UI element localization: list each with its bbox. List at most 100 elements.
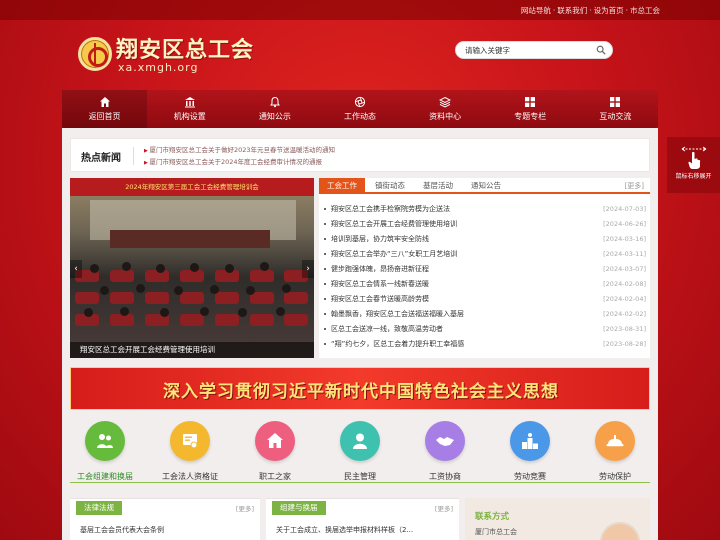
divider <box>133 147 134 165</box>
slogan-text: 深入学习贯彻习近平新时代中国特色社会主义思想 <box>163 382 559 402</box>
site-title[interactable]: 翔安区总工会 <box>116 32 254 64</box>
nav-item-label: 返回首页 <box>88 112 121 121</box>
service-label: 民主管理 <box>344 472 376 481</box>
photo-banner-text: 2024年翔安区第三届工会工会经费管理培训会 <box>70 178 314 196</box>
tab-town-news[interactable]: 镇街动态 <box>367 178 413 194</box>
hot-news-item[interactable]: 厦门市翔安区总工会关于做好2023年元旦春节送温暖活动的通知 <box>144 145 444 157</box>
nav-item-interaction[interactable]: 互动交流 <box>573 90 658 128</box>
news-photo-carousel[interactable]: 2024年翔安区第三届工会工会经费管理培训会 ‹ › 翔安区总工会开展工会经费管… <box>70 178 314 358</box>
grid-icon <box>525 97 536 107</box>
list-item[interactable]: 翔安区总工会举办“三八”女职工月艺培训 [2024-03-11] <box>319 247 650 262</box>
bell-icon <box>269 96 280 108</box>
grid-icon <box>610 97 621 107</box>
top-link-homepage[interactable]: 设为首页 <box>594 6 624 15</box>
seat-row <box>70 270 314 284</box>
nav-item-organization[interactable]: 机构设置 <box>147 90 232 128</box>
nav-item-label: 通知公示 <box>258 112 291 121</box>
news-tabs-box: 工会工作 镇街动态 基层活动 通知公告 [更多] 翔安区总工会携手检察院劳模为企… <box>319 178 650 358</box>
expand-tip-label: 鼠标右移展开 <box>675 173 712 180</box>
list-item[interactable]: 翔安区总工会春节送暖高龄劳模 [2024-02-04] <box>319 292 650 307</box>
contact-line: 厦门市总工会 <box>475 528 517 536</box>
list-item[interactable]: 翔安区总工会开展工会经费管理使用培训 [2024-06-26] <box>319 217 650 232</box>
contact-title: 联系方式 <box>475 512 510 522</box>
photo-stage <box>110 230 270 248</box>
list-item[interactable]: 培训到基层，协力筑牢安全防线 [2024-03-16] <box>319 232 650 247</box>
news-tabs: 工会工作 镇街动态 基层活动 通知公告 [更多] <box>319 178 650 194</box>
aperture-icon <box>354 96 366 108</box>
slogan-banner[interactable]: 深入学习贯彻习近平新时代中国特色社会主义思想 <box>70 367 650 410</box>
nav-item-resources[interactable]: 资料中心 <box>403 90 488 128</box>
nav-item-label: 机构设置 <box>173 112 206 121</box>
service-union-formation[interactable]: 工会组建和换届 <box>65 418 145 488</box>
seat-row <box>70 314 314 328</box>
nav-item-home[interactable]: 返回首页 <box>62 90 148 128</box>
layers-icon <box>439 96 452 108</box>
search-placeholder: 请输入关键字 <box>465 46 510 55</box>
service-wage-negotiation[interactable]: 工资协商 <box>405 418 485 488</box>
nav-item-label: 资料中心 <box>429 112 462 121</box>
hot-news-ticker: 厦门市翔安区总工会关于做好2023年元旦春节送温暖活动的通知 厦门市翔安区总工会… <box>144 145 444 167</box>
handshake-icon <box>425 421 465 461</box>
building-icon <box>184 97 195 108</box>
nav-item-work-news[interactable]: 工作动态 <box>317 90 402 128</box>
photo-caption[interactable]: 翔安区总工会开展工会经费管理使用培训 <box>70 342 314 358</box>
service-workers-home[interactable]: 职工之家 <box>235 418 315 488</box>
expand-sidebar-tip[interactable]: 鼠标右移展开 <box>667 137 720 193</box>
top-link-contact[interactable]: 联系我们 <box>557 6 587 15</box>
nav-item-label: 互动交流 <box>599 112 632 121</box>
top-link-city-union[interactable]: 市总工会 <box>630 6 660 15</box>
list-item[interactable]: 翔安区总工会携手检察院劳模为企送法 [2024-07-03] <box>319 202 650 217</box>
service-labor-protection[interactable]: 劳动保护 <box>575 418 655 488</box>
podium-icon <box>510 421 550 461</box>
search-input[interactable]: 请输入关键字 <box>455 41 613 59</box>
tab-grassroots[interactable]: 基层活动 <box>415 178 461 194</box>
tab-announcements[interactable]: 通知公告 <box>463 178 509 194</box>
service-label: 职工之家 <box>259 472 291 481</box>
org-more-link[interactable]: [更多] <box>435 503 453 513</box>
service-label: 工资协商 <box>429 472 461 481</box>
list-item[interactable]: 翔安区总工会情系一线新春送暖 [2024-02-08] <box>319 277 650 292</box>
list-item[interactable]: “翔”约七夕，区总工会着力提升职工幸福感 [2023-08-28] <box>319 337 650 352</box>
carousel-next-button[interactable]: › <box>302 260 314 278</box>
hot-news-bar: 热点新闻 厦门市翔安区总工会关于做好2023年元旦春节送温暖活动的通知 厦门市翔… <box>70 138 650 172</box>
news-more-link[interactable]: [更多] <box>625 181 644 191</box>
service-label: 劳动竞赛 <box>514 472 546 481</box>
certificate-icon <box>170 421 210 461</box>
main-nav: 返回首页 机构设置 通知公示 工作动态 资料中心 专题专栏 互动交流 <box>62 90 658 128</box>
list-item[interactable]: 基层工会会员代表大会条例 <box>80 525 164 535</box>
union-logo[interactable] <box>78 37 112 71</box>
search-icon[interactable] <box>596 45 606 55</box>
service-label: 工会组建和换届 <box>77 472 133 481</box>
list-item[interactable]: 翰墨飘香，翔安区总工会送福送福暖入基层 [2024-02-02] <box>319 307 650 322</box>
contact-box: 联系方式 厦门市总工会 <box>465 498 650 540</box>
news-list: 翔安区总工会携手检察院劳模为企送法 [2024-07-03] 翔安区总工会开展工会… <box>319 202 650 352</box>
service-label: 工会法人资格证 <box>162 472 218 481</box>
hot-news-item[interactable]: 厦门市翔安区总工会关于2024年度工会经费审计情况的通报 <box>144 157 444 167</box>
hot-news-label: 热点新闻 <box>81 153 121 164</box>
org-box-title[interactable]: 组建与换届 <box>272 501 326 515</box>
user-icon <box>340 421 380 461</box>
nav-item-special[interactable]: 专题专栏 <box>488 90 573 128</box>
home-icon <box>99 97 110 107</box>
service-label: 劳动保护 <box>599 472 631 481</box>
tab-union-work[interactable]: 工会工作 <box>319 178 365 194</box>
nav-item-label: 专题专栏 <box>514 112 547 121</box>
list-item[interactable]: 区总工会送凉一线，致敬高温劳动者 [2023-08-31] <box>319 322 650 337</box>
service-labor-competition[interactable]: 劳动竞赛 <box>490 418 570 488</box>
top-link-sitemap[interactable]: 网站导航 <box>521 6 551 15</box>
law-box: 法律法规 [更多] 基层工会会员代表大会条例 <box>70 498 260 540</box>
carousel-prev-button[interactable]: ‹ <box>70 260 82 278</box>
top-links: 网站导航 · 联系我们 · 设为首页 · 市总工会 <box>520 6 660 15</box>
list-item[interactable]: 健步跑强体魄，昂扬奋进新征程 [2024-03-07] <box>319 262 650 277</box>
avatar <box>600 522 640 540</box>
list-item[interactable]: 关于工会成立、换届选举申报材料样板（2... <box>276 525 413 535</box>
service-democratic-mgmt[interactable]: 民主管理 <box>320 418 400 488</box>
nav-item-notices[interactable]: 通知公示 <box>232 90 317 128</box>
helmet-icon <box>595 421 635 461</box>
law-more-link[interactable]: [更多] <box>236 503 254 513</box>
people-icon <box>85 421 125 461</box>
service-legal-cert[interactable]: 工会法人资格证 <box>150 418 230 488</box>
law-box-title[interactable]: 法律法规 <box>76 501 122 515</box>
top-bar: 网站导航 · 联系我们 · 设为首页 · 市总工会 <box>0 0 720 20</box>
house-icon <box>255 421 295 461</box>
